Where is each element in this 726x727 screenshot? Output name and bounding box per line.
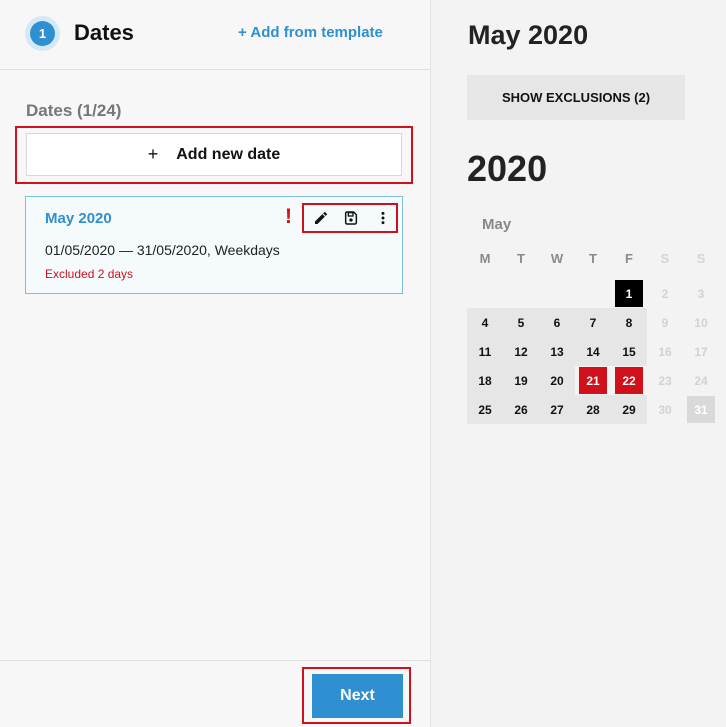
step-badge: 1: [25, 16, 60, 51]
year-title: 2020: [467, 148, 548, 189]
calendar-day-4[interactable]: 4: [467, 308, 503, 337]
date-card-excluded: Excluded 2 days: [45, 267, 134, 281]
calendar-day-23[interactable]: 23: [647, 366, 683, 395]
calendar-day-15[interactable]: 15: [611, 337, 647, 366]
calendar-day-16[interactable]: 16: [647, 337, 683, 366]
calendar-day-14[interactable]: 14: [575, 337, 611, 366]
weekday-header: W: [550, 251, 564, 266]
calendar-day-18[interactable]: 18: [467, 366, 503, 395]
add-new-date-button[interactable]: + Add new date: [26, 133, 402, 176]
calendar-day-9[interactable]: 9: [647, 308, 683, 337]
step-header: 1 Dates + Add from template: [0, 0, 430, 70]
calendar-day-8[interactable]: 8: [611, 308, 647, 337]
next-button[interactable]: Next: [312, 674, 403, 718]
calendar-day-10[interactable]: 10: [683, 308, 719, 337]
weekday-header: M: [479, 251, 491, 266]
calendar-day-25[interactable]: 25: [467, 395, 503, 424]
step-number: 1: [30, 21, 55, 46]
page-title: Dates: [74, 20, 134, 45]
plus-icon: +: [147, 144, 159, 164]
calendar-day-5[interactable]: 5: [503, 308, 539, 337]
calendar-day-22[interactable]: 22: [615, 367, 643, 394]
highlight-card-actions: [302, 203, 398, 233]
calendar-day-27[interactable]: 27: [539, 395, 575, 424]
show-exclusions-button[interactable]: SHOW EXCLUSIONS (2): [467, 75, 685, 120]
calendar-day-3[interactable]: 3: [683, 279, 719, 308]
date-card-title: May 2020: [45, 210, 112, 227]
calendar-day-19[interactable]: 19: [503, 366, 539, 395]
calendar-day-24[interactable]: 24: [683, 366, 719, 395]
calendar-day-20[interactable]: 20: [539, 366, 575, 395]
calendar-month-label: May: [482, 216, 512, 233]
calendar-day-29[interactable]: 29: [611, 395, 647, 424]
calendar-day-12[interactable]: 12: [503, 337, 539, 366]
date-card-range: 01/05/2020 — 31/05/2020, Weekdays: [45, 242, 280, 258]
calendar-day-28[interactable]: 28: [575, 395, 611, 424]
calendar-day-13[interactable]: 13: [539, 337, 575, 366]
warning-icon: !: [285, 205, 292, 228]
calendar-day-7[interactable]: 7: [575, 308, 611, 337]
calendar-day-17[interactable]: 17: [683, 337, 719, 366]
calendar-day-2[interactable]: 2: [647, 279, 683, 308]
dates-count-label: Dates (1/24): [26, 101, 122, 120]
weekday-header: T: [517, 251, 525, 266]
month-title: May 2020: [468, 20, 589, 50]
calendar-day-26[interactable]: 26: [503, 395, 539, 424]
weekday-header: F: [625, 251, 633, 266]
calendar-day-30[interactable]: 30: [647, 395, 683, 424]
calendar-day-11[interactable]: 11: [467, 337, 503, 366]
add-new-date-label: Add new date: [176, 145, 281, 163]
weekday-header: S: [660, 251, 670, 266]
weekday-header: S: [696, 251, 706, 266]
calendar-day-1[interactable]: 1: [615, 280, 643, 307]
calendar-day-21[interactable]: 21: [579, 367, 607, 394]
weekday-header: T: [589, 251, 597, 266]
calendar-day-6[interactable]: 6: [539, 308, 575, 337]
add-from-template-link[interactable]: + Add from template: [238, 24, 383, 41]
calendar-day-31[interactable]: 31: [687, 396, 715, 423]
